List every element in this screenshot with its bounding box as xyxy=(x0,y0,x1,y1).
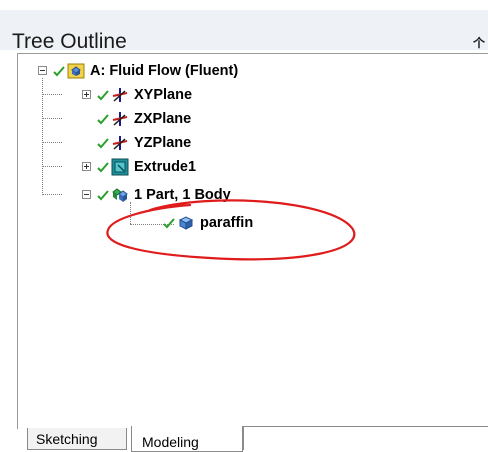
tree-connector xyxy=(130,202,131,224)
tree-connector xyxy=(42,78,43,195)
tree-item-root[interactable]: A: Fluid Flow (Fluent) xyxy=(52,61,238,81)
expand-toggle[interactable] xyxy=(82,162,91,171)
plane-axes-icon xyxy=(111,86,129,104)
tree-item-parts[interactable]: 1 Part, 1 Body xyxy=(96,185,231,205)
tree-item-label: paraffin xyxy=(200,215,254,231)
tree-item-label: ZXPlane xyxy=(134,111,192,127)
tab-baseline xyxy=(243,426,488,427)
plane-axes-icon xyxy=(111,134,129,152)
checkmark-icon xyxy=(96,160,110,174)
panel-title: Tree Outline xyxy=(12,30,127,53)
tab-divider xyxy=(243,426,244,450)
checkmark-icon xyxy=(96,136,110,150)
tab-modeling[interactable]: Modeling xyxy=(131,426,243,452)
tree-connector xyxy=(42,118,62,119)
tree-connector xyxy=(42,194,62,195)
checkmark-icon xyxy=(52,64,66,78)
expand-toggle[interactable] xyxy=(82,90,91,99)
tree-item-paraffin[interactable]: paraffin xyxy=(162,213,253,233)
tree-item-yzplane[interactable]: YZPlane xyxy=(96,133,191,153)
checkmark-icon xyxy=(96,188,110,202)
pin-icon[interactable]: 个 xyxy=(473,34,485,51)
tab-sketching[interactable]: Sketching xyxy=(27,428,127,450)
tab-bar: Sketching Modeling xyxy=(17,426,488,452)
tree-item-label: XYPlane xyxy=(134,87,193,103)
tree-connector xyxy=(42,94,62,95)
tree-item-label: A: Fluid Flow (Fluent) xyxy=(90,63,239,79)
collapse-toggle[interactable] xyxy=(82,190,91,199)
plane-axes-icon xyxy=(111,110,129,128)
tree-outline-panel: A: Fluid Flow (Fluent) XYPlane ZXPlane Y… xyxy=(17,53,488,429)
collapse-toggle[interactable] xyxy=(38,66,47,75)
tree-outline-title-bar: Tree Outline 个 xyxy=(0,10,488,53)
checkmark-icon xyxy=(96,112,110,126)
tree-item-label: 1 Part, 1 Body xyxy=(134,187,231,203)
tree-item-label: Extrude1 xyxy=(134,159,197,175)
parts-icon xyxy=(111,186,129,204)
body-icon xyxy=(177,214,195,232)
tree-connector xyxy=(42,142,62,143)
tree-item-label: YZPlane xyxy=(134,135,192,151)
tree-connector xyxy=(42,166,62,167)
checkmark-icon xyxy=(96,88,110,102)
checkmark-icon xyxy=(162,216,176,230)
tree-item-xyplane[interactable]: XYPlane xyxy=(96,85,192,105)
tree-item-zxplane[interactable]: ZXPlane xyxy=(96,109,191,129)
tree-item-extrude1[interactable]: Extrude1 xyxy=(96,157,196,177)
extrude-icon xyxy=(111,158,129,176)
project-icon xyxy=(67,62,85,80)
